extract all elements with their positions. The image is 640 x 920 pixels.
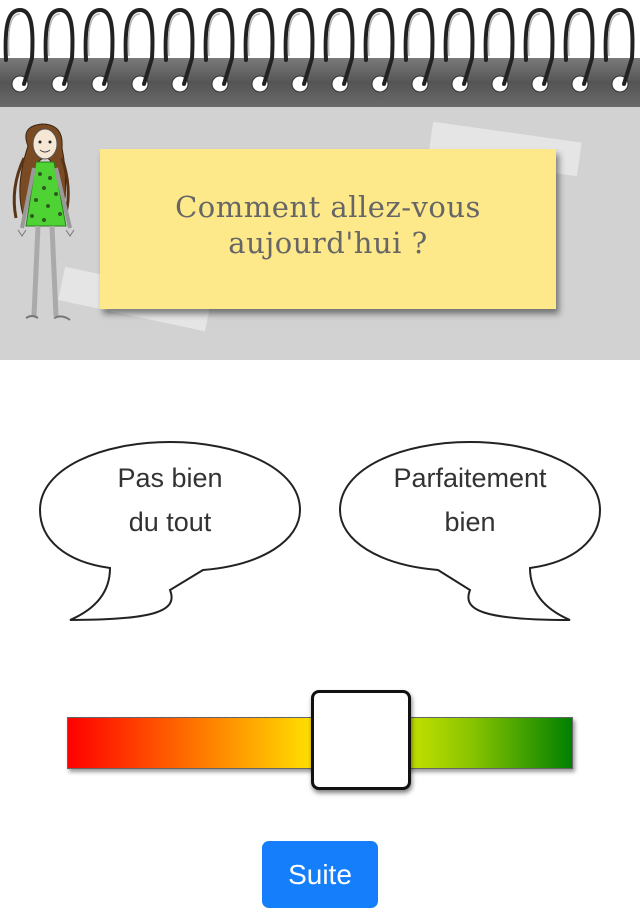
bubble-right-line-2: bien — [444, 507, 496, 537]
girl-illustration — [12, 123, 75, 321]
bubble-left-line-2: du tout — [128, 507, 212, 537]
mood-slider-thumb[interactable] — [310, 690, 411, 790]
bubble-right-line-1: Parfaitement — [393, 463, 547, 493]
bubble-right-text: Parfaitement bien — [370, 456, 570, 544]
question-text: Comment allez-vous aujourd'hui ? — [100, 189, 556, 261]
question-line-2: aujourd'hui ? — [228, 226, 428, 260]
bubble-left-text: Pas bien du tout — [70, 456, 270, 544]
bubble-left-line-1: Pas bien — [117, 463, 223, 493]
spiral-binding — [0, 0, 640, 107]
suite-button[interactable]: Suite — [262, 841, 378, 908]
spiral-rings-illustration — [0, 7, 640, 107]
question-line-1: Comment allez-vous — [175, 190, 481, 224]
